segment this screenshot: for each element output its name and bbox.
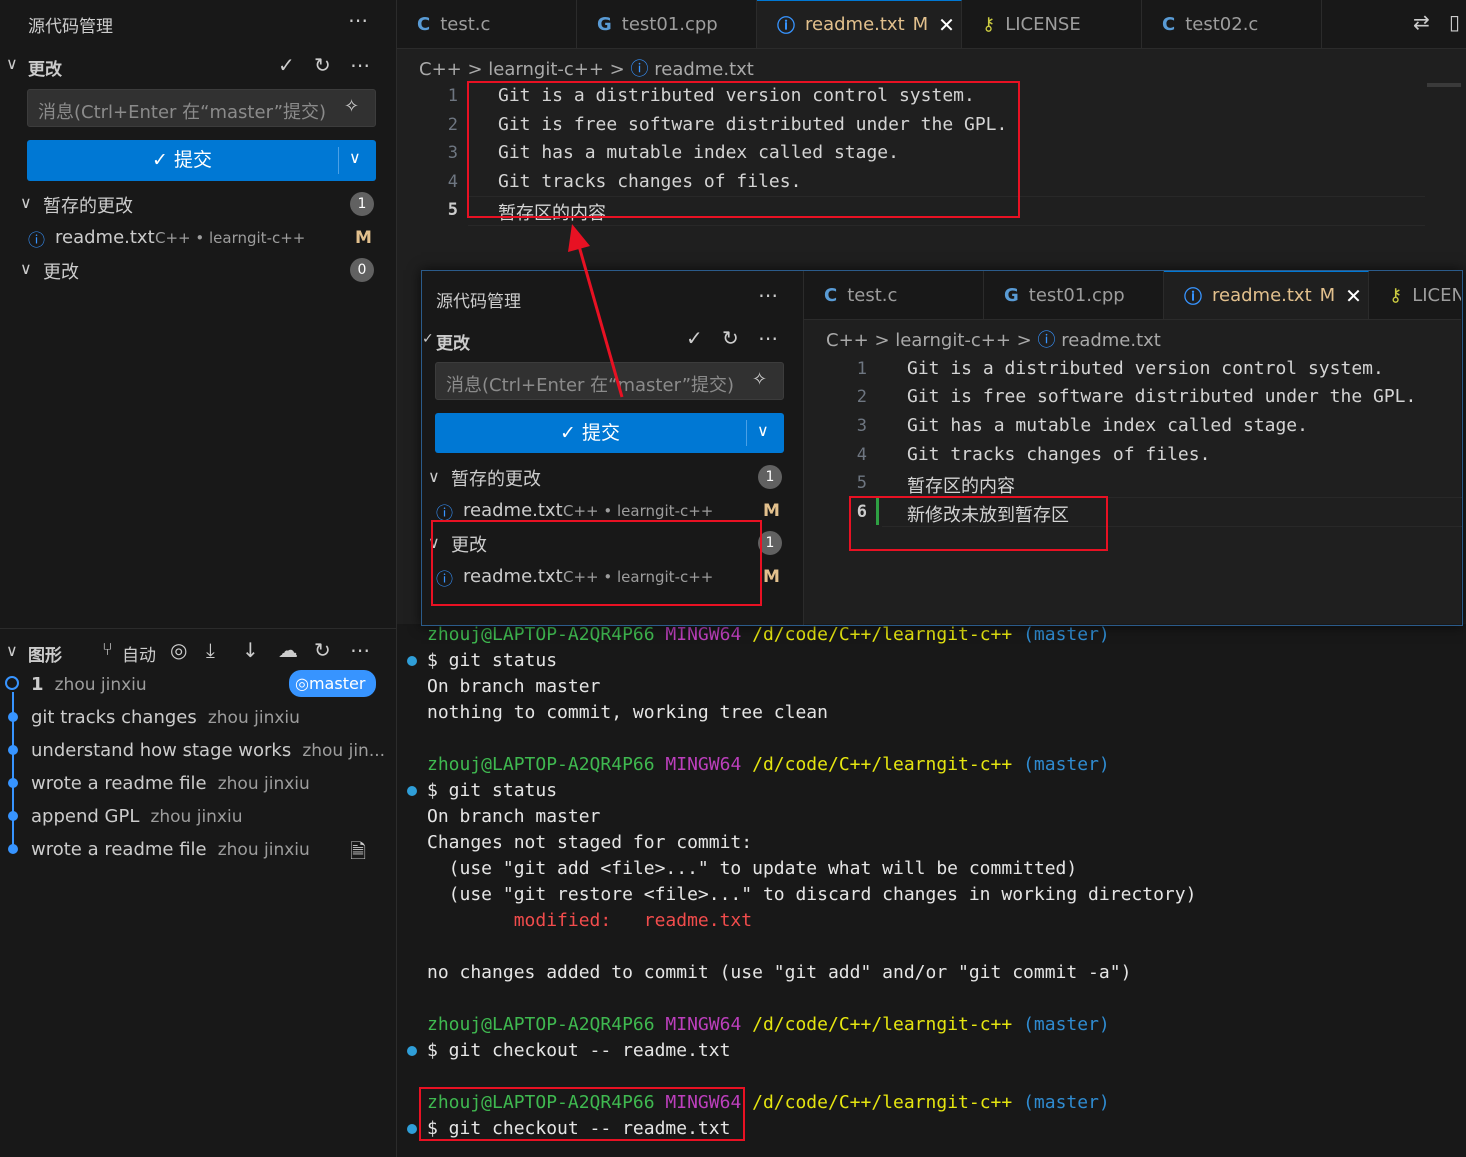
annotation-arrow bbox=[568, 224, 624, 398]
